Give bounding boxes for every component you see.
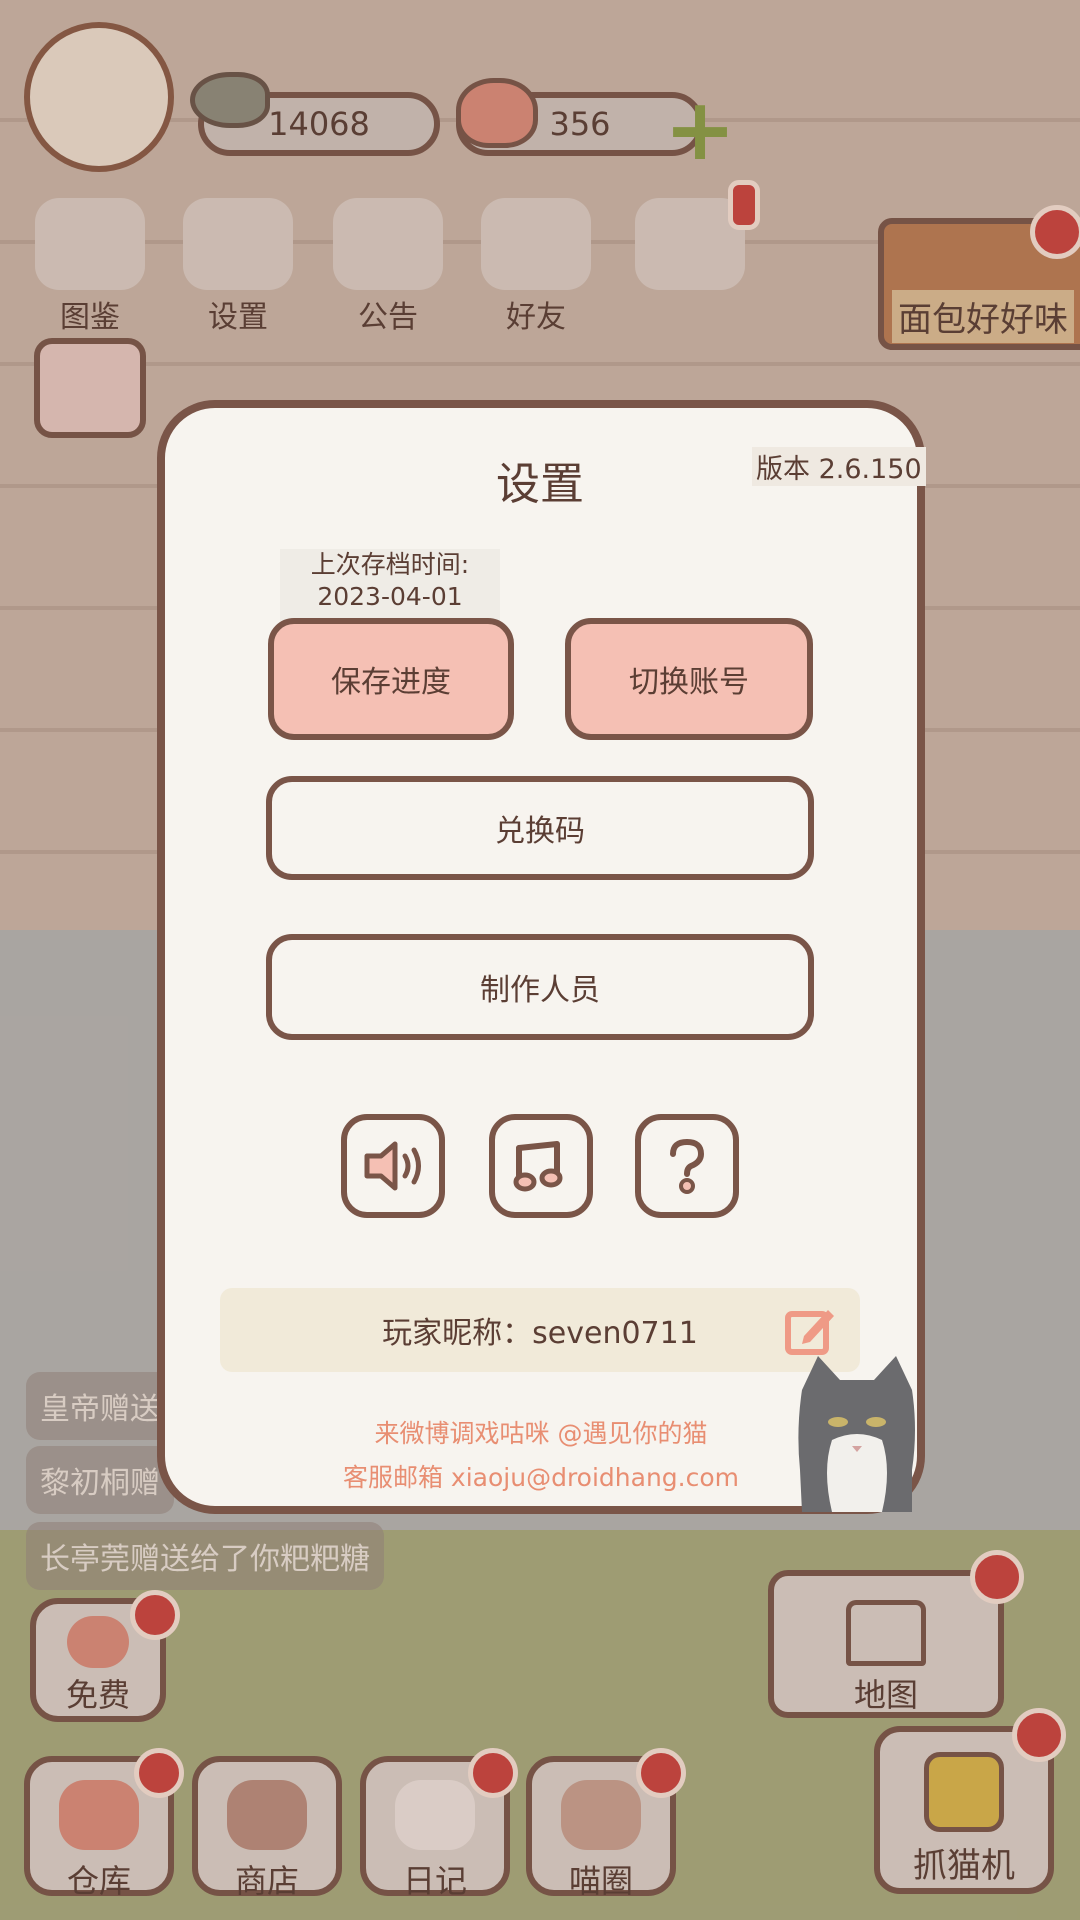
switch-account-button[interactable]: 切换账号 (565, 618, 813, 740)
nickname-bar: 玩家昵称：seven0711 (220, 1288, 860, 1372)
redeem-code-label: 兑换码 (495, 814, 585, 849)
credits-label: 制作人员 (480, 973, 600, 1008)
question-icon (670, 1138, 705, 1194)
save-progress-button[interactable]: 保存进度 (268, 618, 514, 740)
help-button[interactable] (635, 1114, 739, 1218)
credits-button[interactable]: 制作人员 (266, 934, 814, 1040)
redeem-code-button[interactable]: 兑换码 (266, 776, 814, 880)
music-toggle-button[interactable] (489, 1114, 593, 1218)
version-label: 版本 2.6.150 (752, 447, 926, 486)
switch-account-label: 切换账号 (629, 665, 749, 700)
music-note-icon (513, 1141, 563, 1192)
sound-toggle-button[interactable] (341, 1114, 445, 1218)
nickname-text: 玩家昵称：seven0711 (382, 1316, 698, 1351)
cat-photo (792, 1350, 922, 1512)
speaker-icon (364, 1141, 421, 1191)
last-save-label: 上次存档时间: (310, 550, 470, 579)
save-progress-label: 保存进度 (331, 665, 451, 700)
